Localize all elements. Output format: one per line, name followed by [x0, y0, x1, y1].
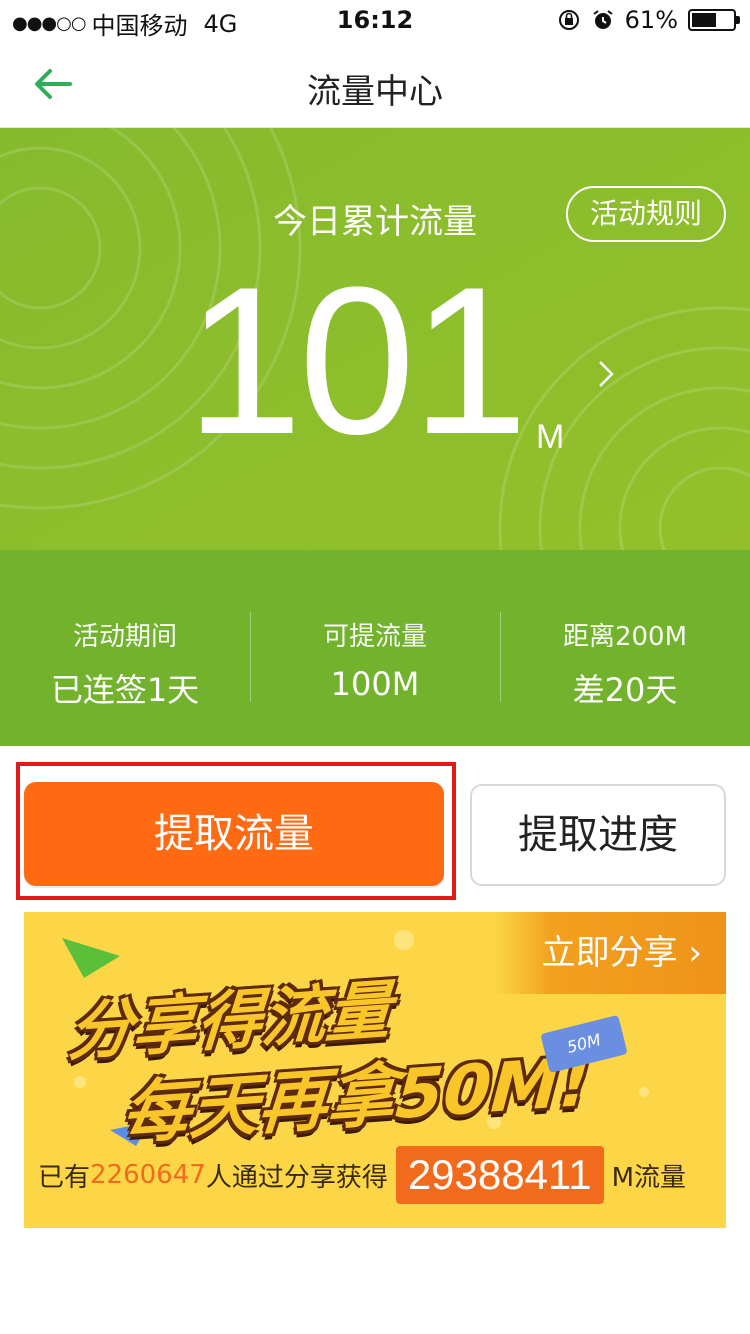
status-bar: ●●●○○ 中国移动 4G 16:12 61%: [0, 0, 750, 40]
status-right: 61%: [557, 6, 740, 34]
stat-value: 差20天: [572, 671, 678, 709]
nav-bar: 流量中心: [0, 40, 750, 128]
today-traffic-value: 101: [185, 243, 528, 478]
rotation-lock-icon: [558, 10, 579, 30]
share-total-traffic: 29388411: [395, 1146, 604, 1204]
stat-label: 可提流量: [322, 622, 427, 652]
share-prefix: 已有: [38, 1162, 91, 1193]
extract-traffic-button[interactable]: 提取流量: [24, 782, 444, 886]
chevron-right-icon[interactable]: [594, 356, 618, 392]
share-suffix: M流量: [611, 1162, 687, 1193]
stat-label: 活动期间: [72, 622, 177, 652]
stat-activity-period: 活动期间 已连签1天: [0, 550, 250, 746]
chevron-right-icon: ›: [688, 933, 702, 973]
extract-progress-button[interactable]: 提取进度: [470, 784, 726, 886]
share-now-label: 立即分享: [541, 933, 678, 973]
alarm-icon: [593, 10, 613, 29]
traffic-hero: 今日累计流量 活动规则 101 M: [0, 128, 750, 550]
share-middle: 人通过分享获得: [205, 1162, 388, 1193]
stat-value: 已连签1天: [50, 671, 200, 709]
stat-label: 距离200M: [562, 622, 688, 652]
share-banner[interactable]: 立即分享 › 分享得流量 每天再拿50M! 50M 已有 2260647 人通过…: [24, 912, 726, 1228]
battery-icon: [688, 9, 740, 31]
share-user-count: 2260647: [90, 1160, 206, 1190]
stat-distance: 距离200M 差20天: [500, 550, 750, 746]
share-stats-line: 已有 2260647 人通过分享获得 29388411 M流量: [38, 1146, 686, 1204]
stat-extractable: 可提流量 100M: [250, 550, 500, 746]
stats-row: 活动期间 已连签1天 可提流量 100M 距离200M 差20天: [0, 550, 750, 746]
share-now-button[interactable]: 立即分享 ›: [494, 912, 726, 994]
battery-level: [692, 13, 717, 27]
battery-percent: 61%: [624, 6, 678, 34]
page-title: 流量中心: [307, 72, 443, 112]
stat-value: 100M: [330, 665, 420, 703]
traffic-unit: M: [536, 418, 565, 456]
activity-rules-button[interactable]: 活动规则: [566, 186, 726, 242]
